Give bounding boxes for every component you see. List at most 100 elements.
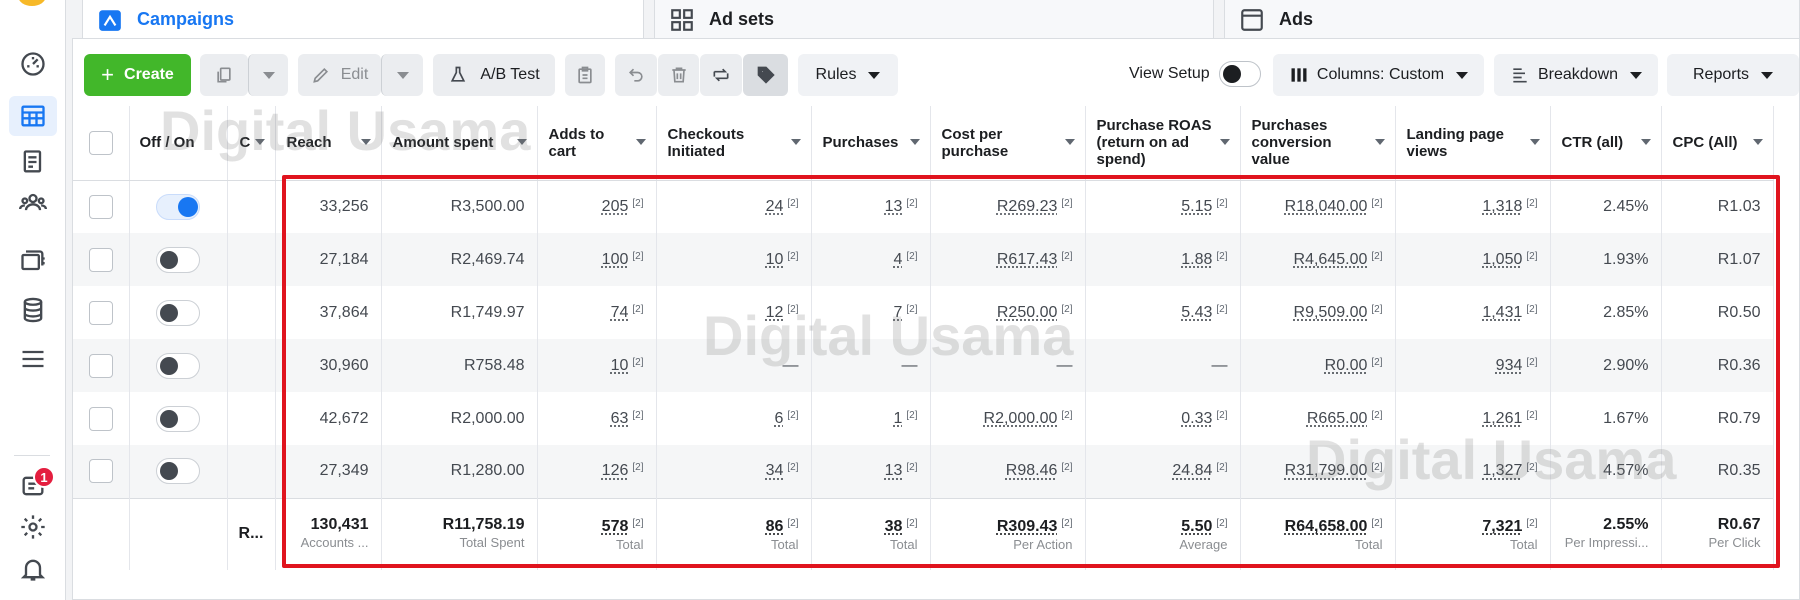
view-setup-label: View Setup — [1129, 65, 1210, 82]
col-header-purchases-label: Purchases — [822, 134, 899, 152]
cell-roas: 0.33 [2] — [1085, 392, 1241, 445]
campaign-name-cell[interactable] — [227, 233, 276, 286]
col-header-conversion-value[interactable]: Purchases conversion value — [1240, 106, 1396, 181]
campaign-on-off-toggle[interactable] — [156, 246, 200, 273]
header-row: Off / On C Reach Amount spent Adds to ca… — [73, 106, 1774, 181]
select-all-checkbox[interactable] — [88, 130, 113, 155]
row-select-cell — [73, 392, 130, 445]
duplicate-dropdown-button[interactable] — [248, 54, 288, 96]
grid-icon — [671, 8, 693, 31]
table-body: 33,256 R3,500.00 205 [2] 24 [2] 13 [2] R269.23 [2… — [73, 180, 1774, 498]
bell-icon[interactable] — [17, 553, 49, 585]
campaign-on-off-toggle[interactable] — [156, 405, 200, 432]
row-checkbox[interactable] — [88, 406, 113, 431]
notification-badge: 1 — [33, 466, 55, 488]
table-row[interactable]: 42,672 R2,000.00 63 [2] 6 [2] 1 [2] R2,000.00 [2]… — [73, 392, 1774, 445]
row-checkbox[interactable] — [88, 353, 113, 378]
account-avatar[interactable] — [18, 0, 46, 6]
catalog-database-icon[interactable] — [17, 294, 49, 326]
all-tools-menu-icon[interactable] — [17, 343, 49, 375]
ab-test-button[interactable]: A/B Test — [433, 54, 555, 96]
cell-roas: 5.15 [2] — [1085, 180, 1241, 233]
view-setup-toggle[interactable] — [1219, 61, 1261, 87]
col-header-landing-page-views[interactable]: Landing page views — [1395, 106, 1551, 181]
dashboard-gauge-icon[interactable] — [17, 48, 49, 80]
cell-reach: 42,672 — [275, 392, 382, 445]
campaign-name-cell[interactable] — [227, 286, 276, 339]
export-arrows-icon — [713, 68, 729, 82]
campaigns-table-icon[interactable] — [9, 96, 57, 136]
campaign-name-cell[interactable] — [227, 180, 276, 233]
clipboard-button[interactable] — [565, 54, 605, 96]
value-chk: 6 — [774, 409, 784, 427]
col-header-cpc[interactable]: CPC (All) — [1661, 106, 1774, 181]
tab-campaigns[interactable]: Campaigns — [82, 0, 644, 40]
footnote-marker: [2] — [1526, 517, 1538, 529]
footnote-marker: [2] — [1371, 409, 1383, 421]
col-header-checkouts-initiated[interactable]: Checkouts Initiated — [656, 106, 812, 181]
table-row[interactable]: 33,256 R3,500.00 205 [2] 24 [2] 13 [2] R269.23 [2… — [73, 180, 1774, 233]
total-chk: 86 [2] Total — [656, 497, 812, 570]
audiences-icon[interactable] — [17, 186, 49, 218]
value-ctr: 1.67% — [1603, 409, 1649, 427]
table-row[interactable]: 27,184 R2,469.74 100 [2] 10 [2] 4 [2] R617.43 [2]… — [73, 233, 1774, 286]
campaign-on-off-toggle[interactable] — [156, 193, 200, 220]
footnote-marker: [2] — [632, 356, 644, 368]
table-row[interactable]: 27,349 R1,280.00 126 [2] 34 [2] 13 [2] R98.46 [2]… — [73, 445, 1774, 498]
col-header-campaign-name[interactable]: C — [227, 106, 276, 181]
cell-roas: — — [1085, 339, 1241, 392]
toggle-knob — [160, 409, 178, 428]
row-checkbox[interactable] — [88, 300, 113, 325]
cell-cpc: R1.07 — [1661, 233, 1774, 286]
edit-dropdown-button[interactable] — [381, 54, 423, 96]
col-header-off-on[interactable]: Off / On — [129, 106, 228, 181]
cell-cpc: R1.03 — [1661, 180, 1774, 233]
export-button[interactable] — [700, 54, 742, 96]
delete-button[interactable] — [658, 54, 699, 96]
table-row[interactable]: 37,864 R1,749.97 74 [2] 12 [2] 7 [2] R250.00 [2] 5… — [73, 286, 1774, 339]
footnote-marker: [2] — [787, 197, 799, 209]
footnote-marker: [2] — [1371, 303, 1383, 315]
col-header-reach[interactable]: Reach — [275, 106, 382, 181]
pages-icon[interactable] — [17, 146, 49, 178]
col-header-cost-per-purchase[interactable]: Cost per purchase — [930, 106, 1086, 181]
edit-label: Edit — [340, 66, 369, 83]
tab-ads[interactable]: Ads — [1224, 0, 1800, 40]
table-row[interactable]: 30,960 R758.48 10 [2] — — — — R0.00 [2] 934 [2] 2.90… — [73, 339, 1774, 392]
row-checkbox[interactable] — [88, 247, 113, 272]
create-button[interactable]: + Create — [84, 54, 191, 96]
total-val: R64,658.00 [2] Total — [1240, 497, 1396, 570]
campaign-name-cell[interactable] — [227, 445, 276, 498]
breakdown-dropdown[interactable]: Breakdown — [1494, 54, 1658, 96]
settings-gear-icon[interactable] — [17, 511, 49, 543]
row-toggle-cell — [129, 339, 228, 392]
campaign-on-off-toggle[interactable] — [156, 352, 200, 379]
col-header-ctr[interactable]: CTR (all) — [1550, 106, 1662, 181]
tab-ad-sets[interactable]: Ad sets — [654, 0, 1214, 40]
value-spent: R758.48 — [464, 356, 525, 374]
columns-dropdown[interactable]: Columns: Custom — [1273, 54, 1484, 96]
edit-button[interactable]: Edit — [298, 54, 381, 96]
campaign-on-off-toggle[interactable] — [156, 458, 200, 485]
footnote-marker: [2] — [1526, 303, 1538, 315]
col-header-adds-to-cart[interactable]: Adds to cart — [537, 106, 657, 181]
undo-button[interactable] — [615, 54, 657, 96]
row-checkbox[interactable] — [88, 459, 113, 484]
reports-dropdown[interactable]: Reports — [1667, 54, 1799, 96]
campaign-name-cell[interactable] — [227, 392, 276, 445]
footnote-marker: [2] — [1371, 517, 1383, 529]
value-reach: 33,256 — [319, 197, 369, 215]
tag-button[interactable] — [743, 54, 788, 96]
total-roas-value-line: 5.50 [2] — [1092, 515, 1227, 536]
col-header-purchase-roas[interactable]: Purchase ROAS (return on ad spend) — [1085, 106, 1241, 181]
campaign-name-cell[interactable] — [227, 339, 276, 392]
campaign-on-off-toggle[interactable] — [156, 299, 200, 326]
media-library-icon[interactable] — [17, 246, 49, 278]
col-header-amount-spent[interactable]: Amount spent — [381, 106, 538, 181]
row-checkbox[interactable] — [88, 194, 113, 219]
trash-icon — [671, 67, 686, 83]
rules-dropdown[interactable]: Rules — [798, 54, 898, 96]
value-spent: R1,749.97 — [450, 303, 525, 321]
col-header-purchases[interactable]: Purchases — [811, 106, 931, 181]
duplicate-button[interactable] — [200, 54, 248, 96]
